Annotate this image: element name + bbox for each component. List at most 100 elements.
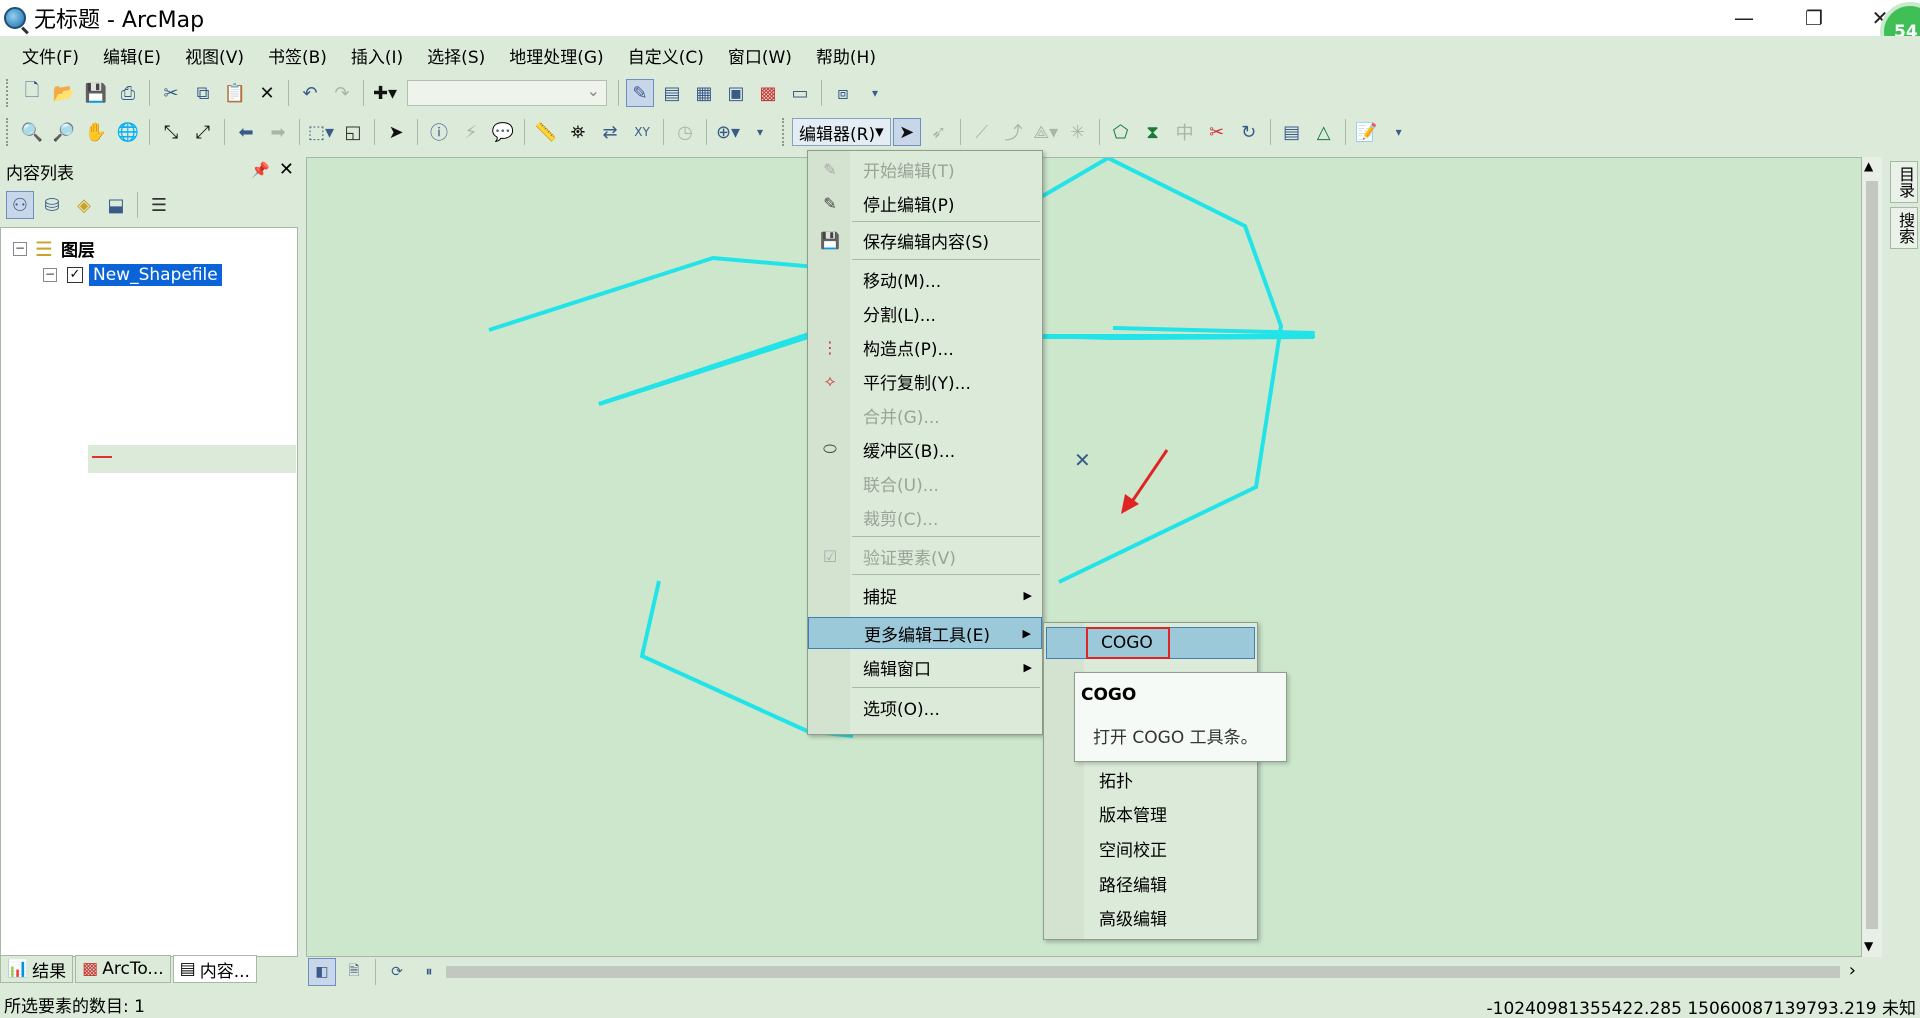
menu-file[interactable]: 文件(F) <box>10 43 91 68</box>
search-side-tab[interactable]: 搜索 <box>1890 207 1918 249</box>
toc-options-icon[interactable]: ☰ <box>145 191 173 219</box>
identify-icon[interactable]: ⓘ <box>425 118 453 146</box>
search-window-icon[interactable]: ▣ <box>722 79 750 107</box>
menu-construct-points[interactable]: ⋮ 构造点(P)... <box>808 331 1042 363</box>
modelbuilder-icon[interactable]: ⧈ <box>829 79 857 107</box>
submenu-spatial-adjustment[interactable]: 空间校正 <box>1044 832 1257 864</box>
menu-view[interactable]: 视图(V) <box>173 43 256 68</box>
submenu-topology[interactable]: 拓扑 <box>1044 763 1257 795</box>
tab-table-of-contents[interactable]: ▤ 内容... <box>172 955 257 983</box>
go-to-xy-icon[interactable]: XY <box>628 118 656 146</box>
minimize-button[interactable]: — <box>1714 0 1774 36</box>
straight-segment-icon[interactable]: ⟋ <box>968 118 996 146</box>
menu-help[interactable]: 帮助(H) <box>804 43 888 68</box>
zoom-in-icon[interactable]: 🔍 <box>18 118 46 146</box>
end-point-arc-icon[interactable]: ⤴ <box>1000 118 1028 146</box>
submenu-route-editing[interactable]: 路径编辑 <box>1044 867 1257 899</box>
legend-symbol-row[interactable] <box>88 445 296 473</box>
point-icon[interactable]: ✳ <box>1064 118 1092 146</box>
vscroll-thumb[interactable] <box>1866 181 1878 929</box>
select-elements-arrow-icon[interactable]: ➤ <box>382 118 410 146</box>
attributes-window-icon[interactable]: ▤ <box>1278 118 1306 146</box>
create-features-icon[interactable]: 📝 <box>1353 118 1381 146</box>
list-by-selection-icon[interactable]: ⬓ <box>102 191 130 219</box>
layer-row-new-shapefile[interactable]: − ✓ New_Shapefile <box>43 264 222 286</box>
toolbar-grip[interactable] <box>6 79 10 107</box>
toolbar-grip[interactable] <box>6 118 10 146</box>
submenu-versioning[interactable]: 版本管理 <box>1044 797 1257 829</box>
menu-merge[interactable]: 合并(G)... <box>808 399 1042 431</box>
menu-split[interactable]: 分割(L)... <box>808 297 1042 329</box>
html-popup-icon[interactable]: 💬 <box>489 118 517 146</box>
edit-tool-arrow-icon[interactable]: ➤ <box>892 118 921 146</box>
menu-more-editing-tools[interactable]: 更多编辑工具(E) ▶ <box>808 617 1042 649</box>
clear-selection-icon[interactable]: ◱ <box>339 118 367 146</box>
list-by-visibility-icon[interactable]: ◈ <box>70 191 98 219</box>
tab-results[interactable]: 📊 结果 <box>0 955 74 983</box>
pin-icon[interactable]: 📌 <box>251 161 270 179</box>
menu-options[interactable]: 选项(O)... <box>808 691 1042 723</box>
forward-arrow-icon[interactable]: ➡ <box>264 118 292 146</box>
undo-icon[interactable]: ↶ <box>296 79 324 107</box>
open-folder-icon[interactable]: 📂 <box>50 79 78 107</box>
editor-toolbar-icon[interactable]: ✎ <box>626 79 654 107</box>
full-extent-globe-icon[interactable]: 🌐 <box>114 118 142 146</box>
menu-bookmarks[interactable]: 书签(B) <box>256 43 339 68</box>
catalog-window-icon[interactable]: ▦ <box>690 79 718 107</box>
hscroll-thumb[interactable] <box>446 966 1840 978</box>
redo-icon[interactable]: ↷ <box>328 79 356 107</box>
arctoolbox-icon[interactable]: ▩ <box>754 79 782 107</box>
delete-icon[interactable]: ✕ <box>253 79 281 107</box>
list-by-source-icon[interactable]: ⛁ <box>38 191 66 219</box>
scroll-right-icon[interactable]: › <box>1849 960 1856 981</box>
pan-hand-icon[interactable]: ✋ <box>82 118 110 146</box>
tab-arctoolbox[interactable]: ▩ ArcTo... <box>75 955 171 983</box>
restore-button[interactable]: ❐ <box>1784 0 1844 36</box>
rotate-tool-icon[interactable]: ↻ <box>1235 118 1263 146</box>
menu-copy-parallel[interactable]: ⟡ 平行复制(Y)... <box>808 365 1042 397</box>
map-vertical-scrollbar[interactable]: ▲ ▼ <box>1862 157 1882 957</box>
menu-editing-windows[interactable]: 编辑窗口 ▶ <box>808 651 1042 683</box>
layer-name[interactable]: New_Shapefile <box>89 264 222 286</box>
new-document-icon[interactable]: 🗋 <box>18 79 46 107</box>
fixed-zoom-out-icon[interactable]: ⤢ <box>189 118 217 146</box>
layer-visibility-checkbox[interactable]: ✓ <box>67 267 83 283</box>
fixed-zoom-in-icon[interactable]: ⤡ <box>157 118 185 146</box>
split-tool-icon[interactable]: ✂ <box>1203 118 1231 146</box>
menu-geoprocessing[interactable]: 地理处理(G) <box>497 43 615 68</box>
menu-windows[interactable]: 窗口(W) <box>716 43 804 68</box>
toolbar-options-icon[interactable]: ▾ <box>861 79 889 107</box>
reshape-feature-icon[interactable]: ⧗ <box>1139 118 1167 146</box>
scroll-up-icon[interactable]: ▲ <box>1864 159 1873 173</box>
cut-icon[interactable]: ✂ <box>157 79 185 107</box>
trace-icon[interactable]: ⟁▾ <box>1032 118 1060 146</box>
submenu-advanced-editing[interactable]: 高级编辑 <box>1044 901 1257 933</box>
menu-validate-features[interactable]: ☑ 验证要素(V) <box>808 540 1042 572</box>
close-icon[interactable]: ✕ <box>279 159 294 180</box>
data-view-icon[interactable]: ◧ <box>308 958 336 986</box>
sketch-properties-icon[interactable]: △ <box>1310 118 1338 146</box>
menu-clip[interactable]: 裁剪(C)... <box>808 501 1042 533</box>
layers-root-row[interactable]: − ☰ 图层 <box>13 236 95 261</box>
pause-drawing-icon[interactable]: ⏸ <box>415 958 443 986</box>
menu-save-edits[interactable]: 💾 保存编辑内容(S) <box>808 224 1042 256</box>
add-data-icon[interactable]: ✚▾ <box>371 79 399 107</box>
menu-edit[interactable]: 编辑(E) <box>91 43 173 68</box>
scroll-down-icon[interactable]: ▼ <box>1864 939 1873 953</box>
catalog-side-tab[interactable]: 目录 <box>1890 161 1918 203</box>
edit-vertices-icon[interactable]: ⬠ <box>1107 118 1135 146</box>
map-scale-combo[interactable] <box>407 80 607 106</box>
back-arrow-icon[interactable]: ⬅ <box>232 118 260 146</box>
select-features-icon[interactable]: ⬚▾ <box>307 118 335 146</box>
editor-toolbar-grip[interactable] <box>782 118 786 146</box>
hyperlink-icon[interactable]: ⚡ <box>457 118 485 146</box>
list-by-drawing-order-icon[interactable]: ⚇ <box>6 191 34 219</box>
find-binoculars-icon[interactable]: ⛯ <box>564 118 592 146</box>
time-slider-icon[interactable]: ◷ <box>671 118 699 146</box>
table-of-contents-icon[interactable]: ▤ <box>658 79 686 107</box>
refresh-icon[interactable]: ⟳ <box>383 958 411 986</box>
zoom-out-icon[interactable]: 🔎 <box>50 118 78 146</box>
find-route-icon[interactable]: ⇄ <box>596 118 624 146</box>
menu-move[interactable]: 移动(M)... <box>808 263 1042 295</box>
create-viewer-window-icon[interactable]: ⊕▾ <box>714 118 742 146</box>
